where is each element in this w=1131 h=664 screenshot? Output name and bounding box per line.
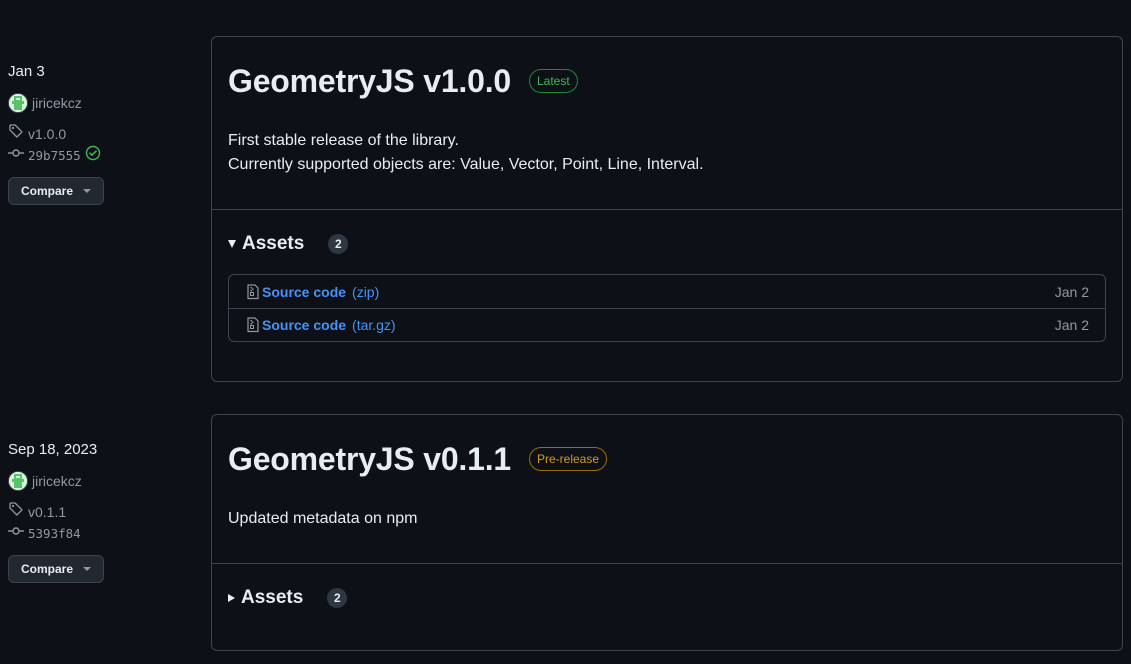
release-meta: Sep 18, 2023 jiricekcz v0.1.1 5393f84 Co… (8, 439, 198, 583)
release-note-line: First stable release of the library. (228, 132, 459, 149)
release-header: GeometryJS v1.0.0 Latest First stable re… (212, 37, 1122, 177)
tag-icon (8, 123, 24, 145)
release-header: GeometryJS v0.1.1 Pre-release Updated me… (212, 415, 1122, 531)
assets-label: Assets (242, 233, 305, 254)
commit-icon (8, 145, 24, 167)
caret-right-icon (228, 594, 235, 602)
chevron-down-icon (83, 567, 92, 571)
assets-count-badge: 2 (327, 588, 348, 608)
asset-link[interactable]: Source code (zip) (246, 284, 379, 300)
asset-name: Source code (262, 317, 347, 333)
asset-name: Source code (262, 283, 347, 300)
release-tag[interactable]: v0.1.1 (8, 501, 198, 523)
file-zip-icon (246, 283, 260, 300)
asset-list: Source code (zip) Jan 2 Source code (tar… (228, 274, 1106, 342)
asset-date: Jan 2 (1054, 283, 1089, 300)
release-commit[interactable]: 5393f84 (8, 523, 198, 545)
release-card: GeometryJS v1.0.0 Latest First stable re… (211, 36, 1123, 382)
release-date: Sep 18, 2023 (8, 441, 98, 458)
commit-icon (8, 523, 24, 545)
release-date: Jan 3 (8, 63, 45, 80)
commit-sha[interactable]: 5393f84 (28, 523, 81, 545)
assets-toggle[interactable]: Assets (228, 233, 304, 255)
release-title[interactable]: GeometryJS v0.1.1 (228, 441, 511, 478)
caret-down-icon (228, 240, 236, 248)
release-author[interactable]: jiricekcz (8, 470, 198, 492)
asset-row: Source code (tar.gz) Jan 2 (229, 308, 1105, 341)
compare-button[interactable]: Compare (8, 555, 105, 583)
author-name[interactable]: jiricekcz (32, 92, 82, 114)
assets-header: Assets 2 (212, 586, 1122, 610)
asset-date: Jan 2 (1054, 317, 1089, 333)
divider (212, 209, 1122, 210)
avatar[interactable] (8, 471, 28, 491)
compare-label: Compare (21, 562, 74, 576)
release-commit[interactable]: 29b7555 (8, 145, 198, 167)
release-author[interactable]: jiricekcz (8, 92, 198, 114)
release-card: GeometryJS v0.1.1 Pre-release Updated me… (211, 414, 1123, 651)
asset-link[interactable]: Source code (tar.gz) (246, 317, 396, 333)
release-title[interactable]: GeometryJS v1.0.0 (228, 63, 511, 100)
verified-check-icon[interactable] (85, 145, 101, 167)
release-tag[interactable]: v1.0.0 (8, 123, 198, 145)
commit-sha[interactable]: 29b7555 (28, 145, 81, 167)
assets-toggle[interactable]: Assets (228, 587, 303, 609)
release-notes: Updated metadata on npm (228, 507, 1106, 531)
release-note-line: Updated metadata on npm (228, 510, 418, 527)
divider (212, 563, 1122, 564)
asset-ext: (tar.gz) (352, 317, 396, 333)
avatar[interactable] (8, 93, 28, 113)
asset-ext: (zip) (352, 283, 380, 300)
prerelease-badge: Pre-release (529, 447, 608, 471)
tag-label[interactable]: v1.0.0 (28, 123, 66, 145)
author-name[interactable]: jiricekcz (32, 470, 82, 492)
tag-icon (8, 501, 24, 523)
assets-count-badge: 2 (328, 234, 349, 254)
release-meta: Jan 3 jiricekcz v1.0.0 29b7555 Compare (8, 61, 198, 205)
compare-label: Compare (21, 184, 74, 198)
release-note-line: Currently supported objects are: Value, … (228, 156, 704, 173)
chevron-down-icon (83, 189, 92, 193)
latest-badge: Latest (529, 69, 578, 93)
compare-button[interactable]: Compare (8, 177, 105, 205)
file-zip-icon (246, 317, 260, 333)
avatar-icon (9, 94, 27, 112)
assets-header: Assets 2 (212, 232, 1122, 256)
avatar-icon (9, 472, 27, 490)
asset-row: Source code (zip) Jan 2 (229, 275, 1105, 308)
assets-label: Assets (241, 587, 304, 608)
tag-label[interactable]: v0.1.1 (28, 501, 66, 523)
release-notes: First stable release of the library. Cur… (228, 129, 1106, 177)
